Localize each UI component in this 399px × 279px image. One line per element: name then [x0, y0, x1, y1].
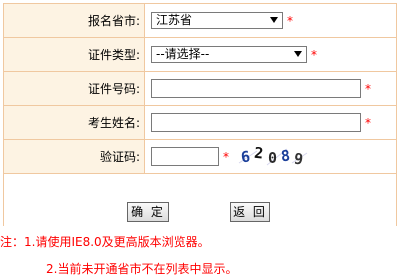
- name-label: 考生姓名:: [3, 105, 145, 140]
- name-input[interactable]: [151, 113, 361, 132]
- captcha-char: 8: [280, 146, 291, 165]
- id-number-label: 证件号码:: [3, 71, 145, 106]
- id-number-row: 证件号码: *: [3, 71, 397, 106]
- id-type-select-value: --请选择--: [156, 47, 210, 61]
- captcha-char: 0: [268, 149, 277, 167]
- required-mark: *: [365, 115, 371, 130]
- id-number-input[interactable]: [151, 79, 361, 98]
- note-line-2: 2.当前未开通省市不在列表中显示。: [46, 262, 238, 276]
- chevron-down-icon: [270, 17, 278, 23]
- id-number-cell: *: [144, 71, 397, 106]
- confirm-button[interactable]: 确 定: [127, 202, 169, 222]
- province-row: 报名省市: 江苏省 *: [3, 3, 397, 38]
- captcha-image[interactable]: 6 2 0 8 9: [236, 144, 309, 169]
- captcha-char: 2: [253, 145, 264, 162]
- captcha-row: 验证码: * 6 2 0 8 9: [3, 139, 397, 174]
- button-row: 确 定 返 回: [0, 202, 399, 222]
- required-mark: *: [311, 47, 317, 62]
- id-type-cell: --请选择-- *: [144, 37, 397, 72]
- required-mark: *: [287, 13, 293, 28]
- chevron-down-icon: [294, 51, 302, 57]
- id-type-select[interactable]: --请选择--: [151, 46, 307, 63]
- province-label: 报名省市:: [3, 3, 145, 38]
- exam-query-form: 报名省市: 江苏省 * 证件类型: --请选择-- * 证件号码: * 考生姓名…: [3, 3, 397, 226]
- province-cell: 江苏省 *: [144, 3, 397, 38]
- name-row: 考生姓名: *: [3, 105, 397, 140]
- captcha-label: 验证码:: [3, 139, 145, 174]
- note-line-1: 注：1.请使用IE8.0及更高版本浏览器。: [0, 235, 210, 249]
- id-type-row: 证件类型: --请选择-- *: [3, 37, 397, 72]
- name-cell: *: [144, 105, 397, 140]
- required-mark: *: [365, 81, 371, 96]
- captcha-input[interactable]: [151, 147, 219, 166]
- back-button[interactable]: 返 回: [230, 202, 270, 222]
- province-select[interactable]: 江苏省: [151, 12, 283, 29]
- required-mark: *: [223, 149, 229, 164]
- captcha-cell: * 6 2 0 8 9: [144, 139, 397, 174]
- province-select-value: 江苏省: [156, 13, 193, 27]
- id-type-label: 证件类型:: [3, 37, 145, 72]
